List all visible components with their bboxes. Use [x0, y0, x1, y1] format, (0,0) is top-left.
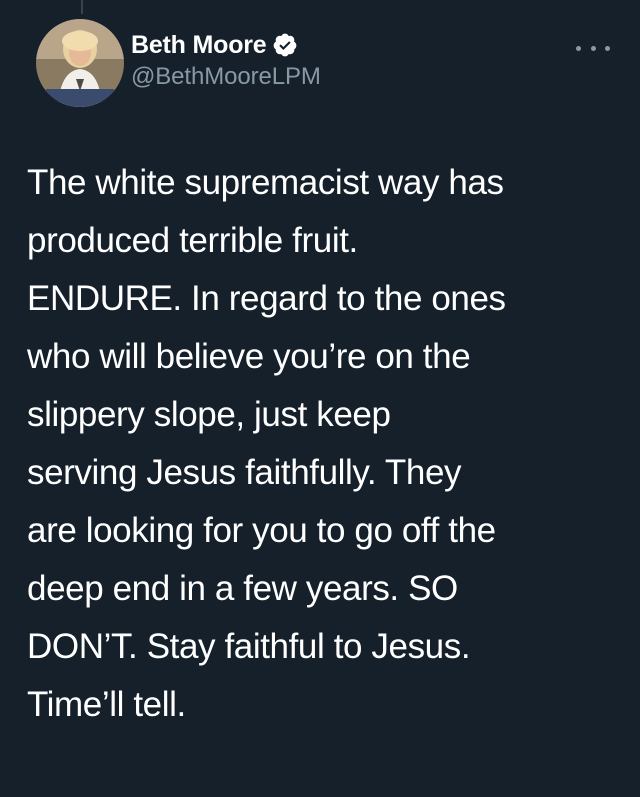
thread-connector-line [81, 0, 83, 14]
tweet-text-line: deep end in a few years. SO [27, 569, 458, 608]
tweet-text-line: slippery slope, just keep [27, 395, 391, 434]
more-dot [590, 45, 596, 51]
avatar-photo-icon [36, 19, 124, 107]
tweet-text-line: who will believe you’re on the [27, 337, 471, 376]
tweet-text-line: ENDURE. In regard to the ones [27, 279, 506, 318]
tweet-text-line: The white supremacist way has [27, 163, 504, 202]
more-dot [576, 45, 581, 51]
tweet-text: The white supremacist way has produced t… [27, 154, 627, 734]
tweet-text-line: DON’T. Stay faithful to Jesus. [27, 627, 471, 666]
tweet-header: Beth Moore @BethMooreLPM [36, 19, 616, 109]
author-names: Beth Moore @BethMooreLPM [131, 29, 321, 91]
tweet-text-line: serving Jesus faithfully. They [27, 453, 462, 492]
avatar[interactable] [36, 19, 124, 107]
handle[interactable]: @BethMooreLPM [131, 63, 321, 91]
display-name[interactable]: Beth Moore [131, 31, 267, 60]
tweet-text-line: produced terrible fruit. [27, 221, 358, 260]
name-row: Beth Moore [131, 29, 321, 61]
tweet: Beth Moore @BethMooreLPM The white supre… [0, 0, 640, 797]
verified-badge-icon [272, 32, 298, 58]
tweet-text-line: are looking for you to go off the [27, 511, 496, 550]
more-horizontal-icon[interactable] [576, 41, 610, 55]
tweet-text-line: Time’ll tell. [27, 685, 186, 724]
more-dot [605, 45, 610, 51]
